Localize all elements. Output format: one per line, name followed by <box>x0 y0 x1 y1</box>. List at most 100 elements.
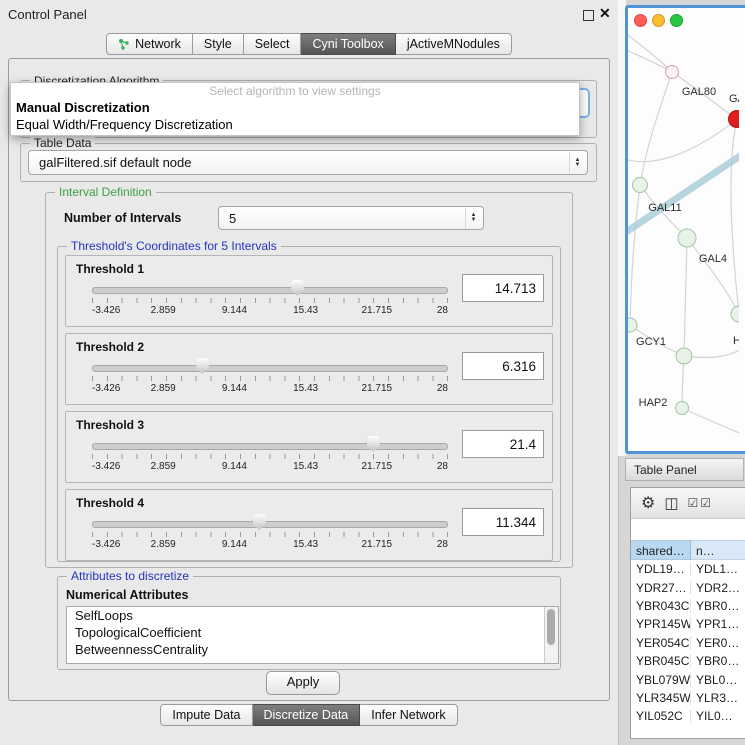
network-icon <box>118 38 130 50</box>
list-item[interactable]: BetweennessCentrality <box>67 641 558 658</box>
list-item[interactable]: SelfLoops <box>67 607 558 624</box>
mac-zoom-icon[interactable] <box>670 14 683 27</box>
slider-track[interactable] <box>92 287 448 294</box>
node-label: HAP2 <box>639 397 668 409</box>
table-row[interactable]: YDR27…YDR2… <box>631 578 745 596</box>
scale-label: 28 <box>437 539 448 550</box>
scale-label: 15.43 <box>293 539 318 550</box>
node-label: GAL11 <box>648 202 681 214</box>
select-all-icon[interactable]: ☑ <box>688 496 699 510</box>
table-panel-header[interactable]: Table Panel <box>625 458 744 481</box>
node-label: GAL80 <box>682 86 716 98</box>
scale-label: 9.144 <box>222 461 247 472</box>
column-header-name[interactable]: n… <box>691 540 745 560</box>
num-intervals-combo[interactable]: 5 ▲▼ <box>218 206 484 230</box>
node[interactable] <box>678 229 696 247</box>
scale-label: 2.859 <box>151 539 176 550</box>
slider-ticks <box>92 532 448 537</box>
scale-label: 21.715 <box>362 305 393 316</box>
tab-jactivemnodules[interactable]: jActiveMNodules <box>396 33 512 55</box>
node[interactable] <box>731 306 739 322</box>
scale-label: 28 <box>437 461 448 472</box>
algorithm-dropdown: Select algorithm to view settings Manual… <box>10 82 580 136</box>
threshold-3-slider[interactable]: -3.426 2.859 9.144 15.43 21.715 28 <box>92 436 448 474</box>
scale-label: -3.426 <box>92 383 120 394</box>
thick-edge <box>628 154 739 236</box>
node[interactable] <box>676 402 689 415</box>
node[interactable] <box>628 318 637 332</box>
table-row[interactable]: YBL079WYBL0… <box>631 670 745 688</box>
tab-cyni-toolbox[interactable]: Cyni Toolbox <box>301 33 395 55</box>
close-icon[interactable]: ✕ <box>599 5 611 22</box>
tab-discretize-data[interactable]: Discretize Data <box>253 704 361 726</box>
scale-label: 28 <box>437 383 448 394</box>
table-row[interactable]: YPR145WYPR1… <box>631 615 745 633</box>
threshold-4-value-field[interactable]: 11.344 <box>462 508 544 536</box>
threshold-4-box: Threshold 4 -3.426 2.859 9.144 15.43 21.… <box>65 489 553 561</box>
node-label: H <box>733 335 739 347</box>
slider-ticks <box>92 298 448 303</box>
mac-close-icon[interactable] <box>634 14 647 27</box>
node[interactable] <box>666 66 679 79</box>
node[interactable] <box>676 348 692 364</box>
threshold-3-value-field[interactable]: 21.4 <box>462 430 544 458</box>
dropdown-option-manual[interactable]: Manual Discretization <box>11 99 579 116</box>
table-row[interactable]: YBR043CYBR0… <box>631 597 745 615</box>
network-canvas[interactable]: GAL80 GAL11 GAL4 GCY1 HAP2 GA H <box>628 8 739 445</box>
scale-label: 9.144 <box>222 305 247 316</box>
list-item[interactable]: TopologicalCoefficient <box>67 624 558 641</box>
scale-label: 2.859 <box>151 383 176 394</box>
columns-icon[interactable]: ◫ <box>664 494 678 512</box>
threshold-4-label: Threshold 4 <box>76 496 144 510</box>
threshold-1-slider[interactable]: -3.426 2.859 9.144 15.43 21.715 28 <box>92 280 448 318</box>
threshold-4-slider[interactable]: -3.426 2.859 9.144 15.43 21.715 28 <box>92 514 448 552</box>
tab-infer-network[interactable]: Infer Network <box>360 704 457 726</box>
slider-track[interactable] <box>92 443 448 450</box>
slider-ticks <box>92 454 448 459</box>
table-row[interactable]: YIL052CYIL0… <box>631 707 745 725</box>
threshold-1-box: Threshold 1 -3.426 2.859 9.144 15.43 21.… <box>65 255 553 327</box>
slider-track[interactable] <box>92 365 448 372</box>
table-row[interactable]: YER054CYER0… <box>631 634 745 652</box>
tab-impute-data[interactable]: Impute Data <box>160 704 252 726</box>
table-data-group-label: Table Data <box>30 136 95 150</box>
table-panel-window: ⚙ ◫ ☑ ☑ shared… n… YDL19…YDL1… YDR27…YDR… <box>630 487 745 739</box>
numerical-attributes-label: Numerical Attributes <box>66 588 188 602</box>
network-view-window: GAL80 GAL11 GAL4 GCY1 HAP2 GA H <box>625 5 745 454</box>
attributes-scrollbar[interactable] <box>544 607 558 663</box>
scrollbar-thumb[interactable] <box>547 609 555 645</box>
threshold-2-slider[interactable]: -3.426 2.859 9.144 15.43 21.715 28 <box>92 358 448 396</box>
stepper-icon: ▲▼ <box>569 152 585 173</box>
scale-label: 9.144 <box>222 539 247 550</box>
threshold-2-value-field[interactable]: 6.316 <box>462 352 544 380</box>
node[interactable] <box>633 178 648 193</box>
table-row[interactable]: YBR045CYBR0… <box>631 652 745 670</box>
scale-label: 21.715 <box>362 539 393 550</box>
table-data-combo[interactable]: galFiltered.sif default node ▲▼ <box>28 150 588 175</box>
tab-network[interactable]: Network <box>106 33 193 55</box>
scale-label: -3.426 <box>92 539 120 550</box>
threshold-1-value-field[interactable]: 14.713 <box>462 274 544 302</box>
tab-style[interactable]: Style <box>193 33 244 55</box>
table-row[interactable]: YDL19…YDL1… <box>631 560 745 578</box>
table-data-selected: galFiltered.sif default node <box>39 151 191 174</box>
table-row[interactable]: YLR345WYLR3… <box>631 689 745 707</box>
threshold-2-box: Threshold 2 -3.426 2.859 9.144 15.43 21.… <box>65 333 553 405</box>
column-header-shared-name[interactable]: shared… <box>631 540 691 560</box>
float-window-icon[interactable] <box>583 10 594 21</box>
scale-label: 21.715 <box>362 383 393 394</box>
select-none-icon[interactable]: ☑ <box>700 496 711 510</box>
dropdown-option-equal-width[interactable]: Equal Width/Frequency Discretization <box>11 116 579 133</box>
table-toolbar: ⚙ ◫ ☑ ☑ <box>631 488 745 519</box>
table-header-row: shared… n… <box>631 540 745 560</box>
slider-track[interactable] <box>92 521 448 528</box>
num-intervals-value: 5 <box>229 207 236 229</box>
scale-label: -3.426 <box>92 461 120 472</box>
apply-button[interactable]: Apply <box>266 671 340 695</box>
scale-label: 28 <box>437 305 448 316</box>
mac-minimize-icon[interactable] <box>652 14 665 27</box>
gear-icon[interactable]: ⚙ <box>641 493 655 513</box>
tab-select[interactable]: Select <box>244 33 302 55</box>
bottom-tab-bar: Impute Data Discretize Data Infer Networ… <box>0 704 618 726</box>
scale-label: -3.426 <box>92 305 120 316</box>
